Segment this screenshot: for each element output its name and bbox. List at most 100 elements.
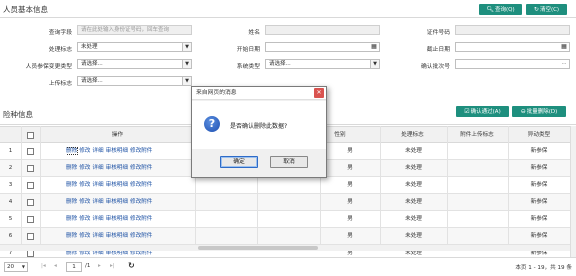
op-link[interactable]: 详细 bbox=[92, 199, 103, 205]
first-page-icon[interactable]: |◂ bbox=[41, 263, 46, 269]
row-gender: 男 bbox=[347, 199, 353, 205]
op-link[interactable]: 修改 bbox=[79, 199, 90, 205]
dialog-ok-button[interactable]: 确定 bbox=[220, 156, 258, 168]
op-link[interactable]: 删除 bbox=[66, 165, 77, 171]
op-link[interactable]: 删除 bbox=[66, 216, 77, 222]
search-icon: 🔍︎ bbox=[486, 6, 494, 13]
dialog-title: 来自网页的消息 bbox=[192, 87, 326, 100]
row-checkbox[interactable] bbox=[27, 165, 34, 172]
op-link[interactable]: 详细 bbox=[92, 182, 103, 188]
batch-delete-button[interactable]: ⊖批量删除(D) bbox=[512, 106, 566, 117]
op-link[interactable]: 修改附件 bbox=[130, 165, 152, 171]
op-link[interactable]: 修改附件 bbox=[130, 148, 152, 154]
row-checkbox[interactable] bbox=[27, 148, 34, 155]
calendar-icon[interactable]: ▦ bbox=[370, 43, 378, 51]
row-process-flag: 未处理 bbox=[405, 216, 422, 222]
op-link[interactable]: 审核明细 bbox=[106, 148, 128, 154]
table-row[interactable]: 3 删除 修改 详细 审核明细 修改附件 男 未处理 新参保 bbox=[0, 177, 570, 194]
refresh-icon: ↻ bbox=[533, 6, 539, 13]
row-change-type: 新参保 bbox=[530, 216, 548, 222]
op-link[interactable]: 审核明细 bbox=[106, 216, 128, 222]
cert-number-input[interactable] bbox=[455, 25, 570, 35]
op-link[interactable]: 审核明细 bbox=[106, 233, 128, 239]
confirm-pass-button[interactable]: ☑确认通过(A) bbox=[456, 106, 509, 117]
row-number: 1 bbox=[8, 148, 13, 154]
row-number: 2 bbox=[8, 165, 13, 171]
header-change-type: 异动类型 bbox=[527, 132, 551, 138]
row-number: 4 bbox=[8, 199, 13, 205]
row-change-type: 新参保 bbox=[530, 199, 548, 205]
op-link[interactable]: 修改 bbox=[79, 165, 90, 171]
confirm-dialog: 来自网页的消息 ✕ ? 是否确认删除此数据? 确定 取消 bbox=[191, 86, 327, 178]
row-gender: 男 bbox=[347, 216, 353, 222]
clear-button[interactable]: ↻清空(C) bbox=[526, 4, 567, 15]
start-date-input[interactable]: ▦ bbox=[265, 42, 380, 52]
query-field-input[interactable]: 请在此处输入身份证号码，回车查询 bbox=[77, 25, 192, 35]
page-input[interactable]: 1 bbox=[66, 262, 82, 272]
op-link[interactable]: 删除 bbox=[66, 182, 77, 188]
column-divider bbox=[21, 126, 22, 245]
check-icon: ☑ bbox=[464, 108, 470, 115]
row-change-type: 新参保 bbox=[530, 182, 548, 188]
table-row[interactable]: 5 删除 修改 详细 审核明细 修改附件 男 未处理 新参保 bbox=[0, 211, 570, 228]
op-link[interactable]: 修改附件 bbox=[130, 199, 152, 205]
row-process-flag: 未处理 bbox=[405, 182, 422, 188]
op-link[interactable]: 详细 bbox=[92, 216, 103, 222]
next-page-icon[interactable]: ▸ bbox=[98, 263, 101, 269]
op-link[interactable]: 详细 bbox=[92, 233, 103, 239]
header-attachment-upload-flag: 附件上传标志 bbox=[460, 132, 494, 138]
close-icon[interactable]: ✕ bbox=[314, 88, 324, 98]
row-checkbox[interactable] bbox=[27, 216, 34, 223]
delete-icon: ⊖ bbox=[520, 108, 526, 115]
upload-flag-select[interactable]: 请选择... ▼ bbox=[77, 76, 192, 86]
row-checkbox[interactable] bbox=[27, 233, 34, 240]
row-gender: 男 bbox=[347, 148, 353, 154]
op-link[interactable]: 修改 bbox=[79, 233, 90, 239]
process-flag-select[interactable]: 未处理 ▼ bbox=[77, 42, 192, 52]
process-flag-label: 处理标志 bbox=[48, 47, 72, 53]
scrollbar-thumb[interactable] bbox=[198, 246, 318, 250]
end-date-input[interactable]: ▦ bbox=[455, 42, 570, 52]
row-gender: 男 bbox=[347, 182, 353, 188]
op-link[interactable]: 修改附件 bbox=[130, 233, 152, 239]
row-change-type: 新参保 bbox=[530, 148, 548, 154]
op-link[interactable]: 详细 bbox=[92, 165, 103, 171]
change-type-select[interactable]: 请选择... ▼ bbox=[77, 59, 192, 69]
system-type-select[interactable]: 请选择... ▼ bbox=[265, 59, 380, 69]
calendar-icon[interactable]: ▦ bbox=[560, 43, 568, 51]
op-link[interactable]: 审核明细 bbox=[106, 182, 128, 188]
prev-page-icon[interactable]: ◂ bbox=[54, 263, 57, 269]
op-link[interactable]: 修改附件 bbox=[130, 216, 152, 222]
select-all-checkbox[interactable] bbox=[27, 132, 34, 139]
page-summary: 本页 1 - 19，共 19 条 bbox=[515, 265, 572, 271]
op-link[interactable]: 修改 bbox=[79, 182, 90, 188]
op-link[interactable]: 删除 bbox=[66, 233, 77, 239]
horizontal-scrollbar[interactable] bbox=[0, 245, 570, 251]
query-button[interactable]: 🔍︎查询(Q) bbox=[479, 4, 522, 15]
table-row[interactable]: 4 删除 修改 详细 审核明细 修改附件 男 未处理 新参保 bbox=[0, 194, 570, 211]
row-operations: 删除 修改 详细 审核明细 修改附件 bbox=[66, 160, 196, 177]
op-link[interactable]: 详细 bbox=[92, 148, 103, 154]
refresh-page-icon[interactable]: ↻ bbox=[128, 261, 135, 270]
op-link[interactable]: 修改 bbox=[79, 216, 90, 222]
row-checkbox[interactable] bbox=[27, 199, 34, 206]
name-input[interactable] bbox=[265, 25, 380, 35]
row-number: 3 bbox=[8, 182, 13, 188]
row-checkbox[interactable] bbox=[27, 250, 34, 257]
op-link[interactable]: 删除 bbox=[66, 199, 77, 205]
row-operations: 删除 修改 详细 审核明细 修改附件 bbox=[66, 228, 196, 245]
table-row[interactable]: 6 删除 修改 详细 审核明细 修改附件 男 未处理 新参保 bbox=[0, 228, 570, 245]
op-link[interactable]: 删除 bbox=[66, 147, 79, 155]
op-link[interactable]: 审核明细 bbox=[106, 165, 128, 171]
confirm-batch-label: 确认批次号 bbox=[421, 64, 450, 70]
op-link[interactable]: 审核明细 bbox=[106, 199, 128, 205]
op-link[interactable]: 修改 bbox=[79, 148, 90, 154]
dialog-cancel-button[interactable]: 取消 bbox=[270, 156, 308, 168]
vertical-scrollbar[interactable] bbox=[570, 126, 576, 257]
page-size-select[interactable]: 20 ▼ bbox=[4, 262, 28, 272]
last-page-icon[interactable]: ▸| bbox=[110, 263, 115, 269]
row-checkbox[interactable] bbox=[27, 182, 34, 189]
more-icon[interactable]: … bbox=[560, 60, 568, 68]
op-link[interactable]: 修改附件 bbox=[130, 182, 152, 188]
confirm-batch-input[interactable]: … bbox=[455, 59, 570, 69]
